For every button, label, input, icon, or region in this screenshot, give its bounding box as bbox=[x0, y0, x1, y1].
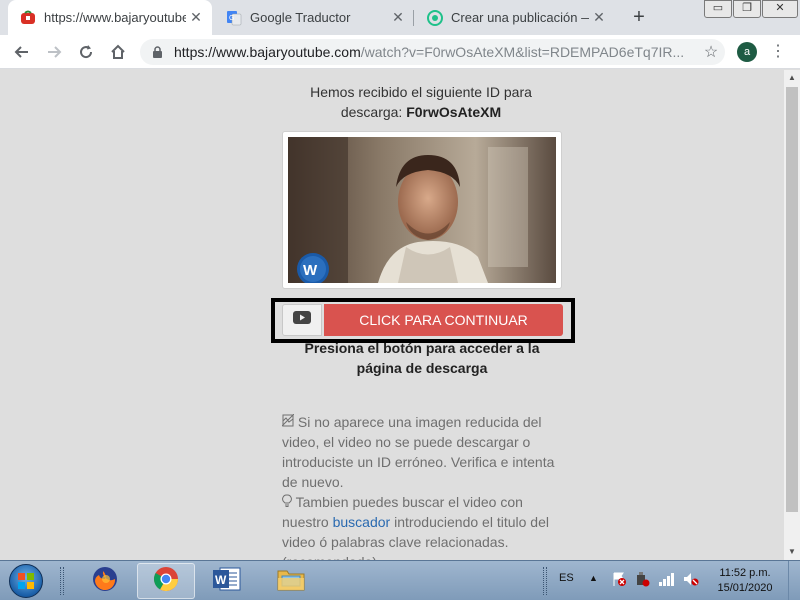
svg-text:W: W bbox=[215, 573, 227, 587]
lock-icon[interactable] bbox=[152, 45, 164, 59]
url-text: https://www.bajaryoutube.com/watch?v=F0r… bbox=[174, 44, 685, 60]
file-explorer-icon bbox=[276, 566, 306, 597]
tab-title: Google Traductor bbox=[250, 10, 351, 25]
vertical-scrollbar[interactable]: ▲ ▼ bbox=[784, 70, 800, 560]
tab-title: https://www.bajaryoutube bbox=[44, 10, 186, 25]
show-hidden-icons-icon[interactable]: ▲ bbox=[589, 573, 598, 583]
bajaryoutube-favicon-icon bbox=[20, 10, 36, 26]
google-translate-icon: G bbox=[226, 10, 242, 26]
received-id-text: Hemos recibido el siguiente ID para desc… bbox=[310, 84, 532, 120]
broken-image-icon bbox=[281, 413, 298, 430]
language-indicator[interactable]: ES bbox=[559, 572, 574, 584]
continue-button[interactable]: CLICK PARA CONTINUAR bbox=[324, 304, 563, 336]
svg-text:G: G bbox=[229, 15, 234, 22]
thumbnail-image: W bbox=[288, 137, 556, 283]
new-tab-button[interactable]: + bbox=[627, 6, 651, 30]
publication-favicon-icon bbox=[427, 9, 443, 26]
address-bar[interactable]: https://www.bajaryoutube.com/watch?v=F0r… bbox=[140, 39, 725, 65]
system-clock[interactable]: 11:52 p.m. 15/01/2020 bbox=[705, 566, 785, 596]
tab-close-icon[interactable]: ✕ bbox=[589, 9, 609, 26]
start-button[interactable] bbox=[4, 563, 48, 599]
scroll-up-icon[interactable]: ▲ bbox=[784, 70, 800, 86]
tab-bajaryoutube[interactable]: https://www.bajaryoutube ✕ bbox=[8, 0, 212, 35]
instruction-text: Presiona el botón para acceder a la pági… bbox=[304, 340, 540, 376]
youtube-icon bbox=[293, 311, 311, 329]
clock-date: 15/01/2020 bbox=[717, 582, 773, 594]
volume-muted-icon[interactable] bbox=[682, 571, 700, 590]
network-signal-icon[interactable] bbox=[658, 571, 676, 590]
lightbulb-icon bbox=[282, 494, 296, 510]
tab-title: Crear una publicación — S bbox=[451, 10, 589, 25]
info-no-image: Si no aparece una imagen reducida del vi… bbox=[281, 413, 555, 490]
bookmark-star-icon[interactable]: ☆ bbox=[697, 42, 725, 62]
video-id: F0rwOsAteXM bbox=[406, 104, 502, 120]
windows-taskbar: W ES ▲ 11:52 p.m. 15/01/2020 bbox=[0, 560, 800, 600]
menu-kebab-icon[interactable]: ⋮ bbox=[770, 41, 786, 63]
tab-google-traductor[interactable]: G Google Traductor ✕ bbox=[214, 0, 414, 35]
back-icon[interactable] bbox=[10, 40, 34, 64]
info-search: Tambien puedes buscar el video con nuest… bbox=[282, 494, 549, 560]
minimize-icon[interactable]: ▭ bbox=[704, 0, 732, 18]
explorer-taskbar-button[interactable] bbox=[262, 563, 320, 599]
firefox-icon bbox=[91, 565, 119, 598]
clock-time: 11:52 p.m. bbox=[719, 567, 771, 579]
tab-crear-publicacion[interactable]: Crear una publicación — S ✕ bbox=[415, 0, 615, 35]
firefox-taskbar-button[interactable] bbox=[76, 563, 134, 599]
home-icon[interactable] bbox=[106, 40, 130, 64]
tab-close-icon[interactable]: ✕ bbox=[186, 9, 206, 26]
youtube-button[interactable] bbox=[282, 304, 322, 336]
search-link[interactable]: buscador bbox=[333, 514, 391, 530]
forward-icon[interactable] bbox=[42, 40, 66, 64]
info-text: Si no aparece una imagen reducida del vi… bbox=[281, 412, 562, 560]
show-desktop-button[interactable] bbox=[788, 561, 800, 600]
tab-close-icon[interactable]: ✕ bbox=[388, 9, 408, 26]
reload-icon[interactable] bbox=[74, 40, 98, 64]
word-taskbar-button[interactable]: W bbox=[198, 563, 256, 599]
chrome-taskbar-button[interactable] bbox=[137, 563, 195, 599]
video-thumbnail[interactable]: W bbox=[288, 137, 556, 283]
tab-separator bbox=[413, 10, 414, 26]
window-close-icon[interactable]: ✕ bbox=[762, 0, 798, 18]
chrome-icon bbox=[152, 565, 180, 598]
tab-strip: https://www.bajaryoutube ✕ G Google Trad… bbox=[0, 0, 800, 35]
taskbar-grip bbox=[60, 567, 64, 595]
browser-toolbar: https://www.bajaryoutube.com/watch?v=F0r… bbox=[0, 35, 800, 69]
scroll-thumb[interactable] bbox=[786, 87, 798, 512]
tray-grip bbox=[543, 567, 547, 595]
scroll-down-icon[interactable]: ▼ bbox=[784, 544, 800, 560]
profile-avatar[interactable]: a bbox=[737, 42, 757, 62]
word-icon: W bbox=[212, 565, 242, 598]
windows-logo-icon bbox=[9, 564, 43, 598]
action-center-flag-icon[interactable] bbox=[611, 571, 627, 590]
video-thumbnail-frame: W bbox=[282, 131, 562, 289]
svg-text:W: W bbox=[303, 262, 318, 279]
usb-device-icon[interactable] bbox=[634, 571, 650, 590]
page-viewport: Hemos recibido el siguiente ID para desc… bbox=[0, 70, 784, 560]
restore-icon[interactable]: ❐ bbox=[733, 0, 761, 18]
